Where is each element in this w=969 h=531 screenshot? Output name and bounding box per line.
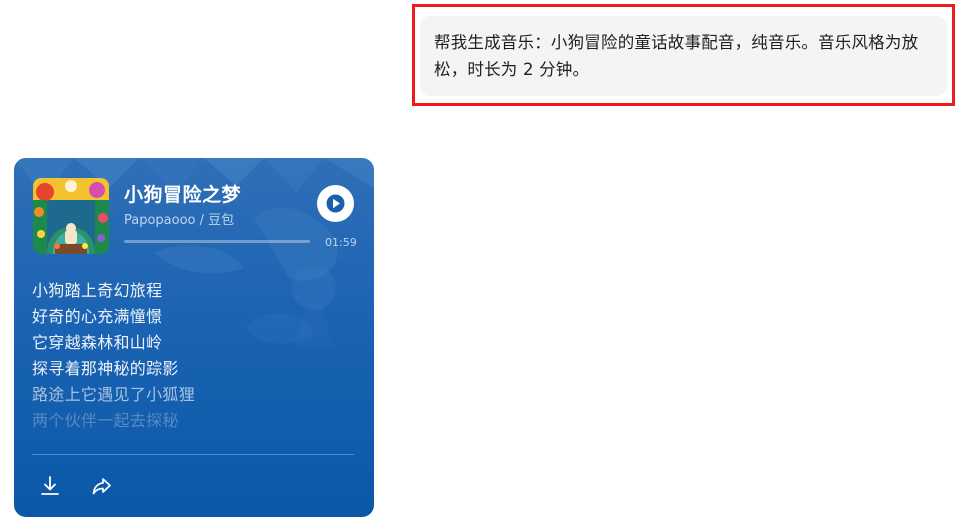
highlight-box — [412, 4, 955, 106]
play-icon — [326, 194, 345, 213]
share-button[interactable] — [90, 474, 114, 498]
album-cover-image — [33, 178, 109, 254]
progress-bar[interactable] — [124, 240, 310, 243]
lyric-line: 好奇的心充满憧憬 — [32, 307, 163, 326]
download-icon — [41, 476, 59, 495]
lyric-line: 路途上它遇见了小狐狸 — [32, 385, 196, 404]
share-icon — [92, 478, 111, 495]
download-button[interactable] — [38, 474, 62, 498]
duration-label: 01:59 — [325, 236, 357, 249]
song-artist: Papopaooo / 豆包 — [124, 213, 235, 228]
song-title: 小狗冒险之梦 — [124, 184, 242, 206]
lyric-line: 它穿越森林和山岭 — [32, 333, 163, 352]
lyric-line: 小狗踏上奇幻旅程 — [32, 281, 163, 300]
card-divider — [32, 454, 354, 455]
lyrics-list: 小狗踏上奇幻旅程 好奇的心充满憧憬 它穿越森林和山岭 探寻着那神秘的踪影 路途上… — [32, 278, 352, 434]
lyric-line: 两个伙伴一起去探秘 — [32, 411, 179, 430]
play-button[interactable] — [317, 185, 354, 222]
lyric-line: 探寻着那神秘的踪影 — [32, 359, 179, 378]
music-card: 小狗冒险之梦 Papopaooo / 豆包 01:59 小狗踏上奇幻旅程 好奇的… — [14, 158, 374, 517]
